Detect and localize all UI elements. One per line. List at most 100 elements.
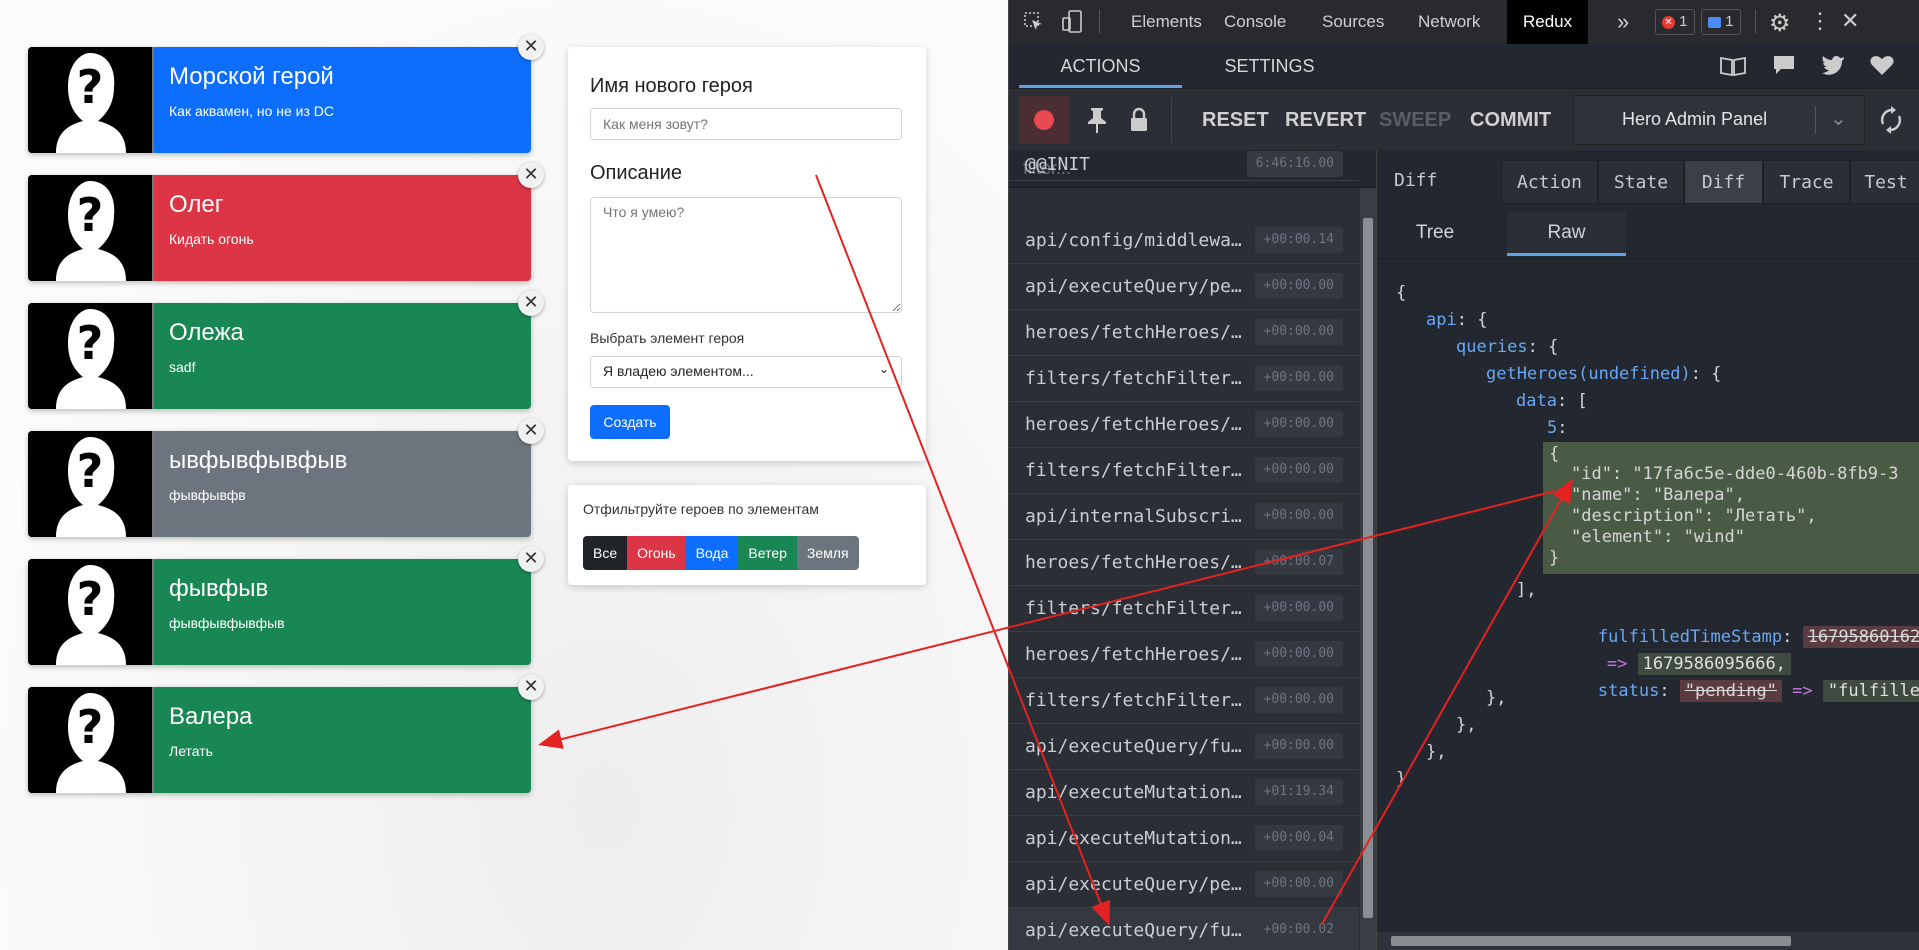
delete-hero-close-icon[interactable]: ✕ <box>518 546 544 572</box>
redux-tool-button[interactable]: RESET <box>1202 89 1269 151</box>
instance-select[interactable]: Hero Admin Panel ⌄ <box>1573 95 1865 145</box>
close-devtools-icon[interactable]: ✕ <box>1841 8 1859 34</box>
delete-hero-close-icon[interactable]: ✕ <box>518 290 544 316</box>
record-button[interactable] <box>1019 96 1069 144</box>
monitor-tab[interactable]: Test <box>1850 160 1919 204</box>
action-row[interactable]: heroes/fetchHeroes/fulfilled+00:00.00 <box>1009 402 1359 448</box>
more-menu-icon[interactable]: ⋮ <box>1809 8 1831 34</box>
diff-view-tab[interactable]: Tree <box>1390 212 1480 256</box>
monitor-tab[interactable]: Trace <box>1763 160 1850 204</box>
scrollbar-thumb[interactable] <box>1391 936 1791 946</box>
action-type: filters/fetchFilters/fulfilled <box>1025 460 1250 481</box>
action-row[interactable]: api/executeQuery/pending+00:00.00 <box>1009 862 1359 908</box>
devtools-tab[interactable]: Sources <box>1322 0 1384 44</box>
delete-hero-close-icon[interactable]: ✕ <box>518 674 544 700</box>
devtools-tab[interactable]: Redux <box>1507 0 1589 44</box>
hero-description: фывфывфывфыв <box>169 615 285 631</box>
action-row[interactable]: api/executeMutation/fulfilled+00:00.04 <box>1009 816 1359 862</box>
action-type: api/executeQuery/fulfilled <box>1025 736 1250 757</box>
action-time: +00:00.07 <box>1254 549 1343 575</box>
filter-button[interactable]: Ветер <box>738 536 797 570</box>
instance-select-value: Hero Admin Panel <box>1622 109 1768 129</box>
action-row[interactable]: heroes/fetchHeroes/pending+00:00.07 <box>1009 540 1359 586</box>
action-row[interactable]: api/config/middlewareRegistered+00:00.14 <box>1009 218 1359 264</box>
delete-hero-close-icon[interactable]: ✕ <box>518 418 544 444</box>
hero-avatar: ? <box>28 175 154 281</box>
action-row[interactable]: @@INIT 6:46:16.00 <box>1009 150 1359 181</box>
action-time: +00:00.14 <box>1254 227 1343 253</box>
action-type: api/executeMutation/pending <box>1025 782 1250 803</box>
filter-button[interactable]: Огонь <box>627 536 686 570</box>
description-textarea[interactable] <box>590 197 902 313</box>
device-toolbar-icon[interactable] <box>1061 10 1083 39</box>
action-time: +00:00.00 <box>1254 503 1343 529</box>
heart-icon[interactable] <box>1869 54 1895 81</box>
action-time: +00:00.00 <box>1254 641 1343 667</box>
added-id: "id": "17fa6c5e-dde0-460b-8fb9-3 <box>1571 464 1899 484</box>
added-element: "element": "wind" <box>1571 527 1745 547</box>
action-row[interactable]: filters/fetchFilters/pending+00:00.00 <box>1009 586 1359 632</box>
redux-tool-button[interactable]: SWEEP <box>1379 89 1451 151</box>
redux-main-tab[interactable]: SETTINGS <box>1182 44 1357 88</box>
action-row[interactable]: filters/fetchFilters/pending+00:00.00 <box>1009 356 1359 402</box>
delete-hero-close-icon[interactable]: ✕ <box>518 162 544 188</box>
monitor-tab[interactable]: State <box>1598 160 1684 204</box>
filter-button[interactable]: Вода <box>685 536 739 570</box>
filter-button[interactable]: Все <box>583 536 628 570</box>
more-tabs-icon[interactable]: » <box>1617 0 1629 44</box>
error-counter[interactable]: ✕ 1 <box>1655 9 1695 35</box>
devtools-tab[interactable]: Network <box>1418 0 1480 44</box>
message-counter[interactable]: 1 <box>1701 9 1741 35</box>
hero-description: Как аквамен, но не из DC <box>169 103 335 119</box>
twitter-icon[interactable] <box>1821 54 1845 81</box>
action-row[interactable]: api/executeQuery/fulfilled+00:00.00 <box>1009 724 1359 770</box>
diff-line: queries: { <box>1456 337 1559 357</box>
chevron-down-icon: ⌄ <box>878 362 889 376</box>
redux-tool-button[interactable]: REVERT <box>1285 89 1366 151</box>
element-select[interactable]: Я владею элементом... ⌄ <box>590 356 902 388</box>
hero-name: Валера <box>169 703 253 730</box>
diff-line: 5: <box>1547 418 1568 438</box>
action-type: api/executeMutation/fulfilled <box>1025 828 1250 849</box>
action-list-scrollbar[interactable] <box>1360 188 1376 950</box>
diff-line: { <box>1396 283 1407 303</box>
devtools-tab[interactable]: Console <box>1224 0 1286 44</box>
devtools-tab[interactable]: Elements <box>1131 0 1202 44</box>
scrollbar-thumb[interactable] <box>1363 218 1373 918</box>
lock-icon[interactable] <box>1129 107 1149 138</box>
delete-hero-close-icon[interactable]: ✕ <box>518 34 544 60</box>
hero-card: ? Олежа sadf ✕ <box>28 290 544 409</box>
redux-main-tab[interactable]: ACTIONS <box>1019 44 1182 88</box>
diff-line: status: "pending" => "fulfilled" <box>1516 661 1919 721</box>
action-row[interactable]: api/executeMutation/pending+01:19.34 <box>1009 770 1359 816</box>
filter-button[interactable]: Земля <box>796 536 859 570</box>
action-row[interactable]: filters/fetchFilters/fulfilled+00:00.00 <box>1009 678 1359 724</box>
description-label: Описание <box>590 162 683 184</box>
svg-text:?: ? <box>77 572 104 626</box>
action-type: api/executeQuery/pending <box>1025 874 1250 895</box>
action-row[interactable]: api/executeQuery/fulfilled+00:00.02 <box>1009 908 1359 950</box>
action-row[interactable]: filters/fetchFilters/fulfilled+00:00.00 <box>1009 448 1359 494</box>
settings-gear-icon[interactable]: ⚙ <box>1769 9 1791 38</box>
action-row[interactable]: heroes/fetchHeroes/fulfilled+00:00.00 <box>1009 632 1359 678</box>
action-row[interactable]: api/internalSubscriptions+00:00.00 <box>1009 494 1359 540</box>
action-row[interactable]: heroes/fetchHeroes/pending+00:00.00 <box>1009 310 1359 356</box>
monitor-tab[interactable]: Action <box>1501 160 1598 204</box>
pin-icon[interactable] <box>1085 106 1109 139</box>
horizontal-scrollbar[interactable] <box>1377 932 1919 950</box>
sync-icon[interactable] <box>1879 106 1903 139</box>
inspect-element-icon[interactable] <box>1023 11 1045 38</box>
book-icon[interactable] <box>1720 55 1746 82</box>
action-time: +00:00.02 <box>1254 917 1343 943</box>
monitor-tab[interactable]: Diff <box>1684 160 1763 204</box>
filter-label: Отфильтруйте героев по элементам <box>583 501 819 517</box>
diff-view-tab[interactable]: Raw <box>1507 212 1626 256</box>
action-type: filters/fetchFilters/pending <box>1025 368 1250 389</box>
action-type: api/internalSubscriptions <box>1025 506 1250 527</box>
name-input[interactable] <box>590 108 902 140</box>
diff-raw-view: { api: { queries: { getHeroes(undefined)… <box>1377 260 1919 930</box>
create-button[interactable]: Создать <box>590 405 670 439</box>
redux-tool-button[interactable]: COMMIT <box>1470 89 1551 151</box>
action-row[interactable]: api/executeQuery/pending+00:00.00 <box>1009 264 1359 310</box>
chat-icon[interactable] <box>1772 54 1796 81</box>
